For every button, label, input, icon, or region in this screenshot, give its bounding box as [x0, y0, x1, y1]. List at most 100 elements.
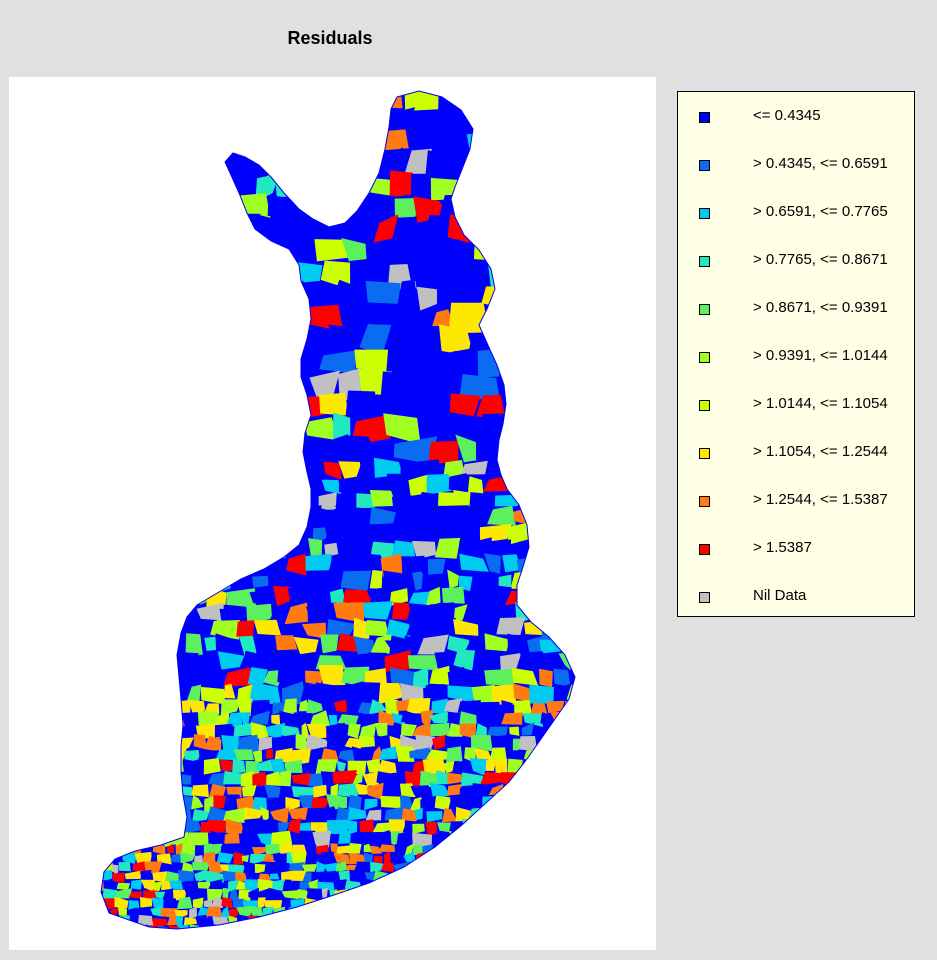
map-region	[562, 842, 573, 855]
map-region	[545, 759, 565, 772]
map-region	[345, 934, 358, 944]
map-region	[124, 617, 146, 640]
map-region	[585, 898, 601, 910]
map-region	[192, 492, 222, 511]
map-region	[142, 807, 155, 822]
map-region	[579, 888, 591, 901]
map-region	[559, 617, 575, 636]
map-region	[212, 346, 242, 370]
map-region	[537, 106, 568, 127]
map-region	[439, 881, 453, 889]
map-region	[568, 240, 575, 263]
map-region	[524, 191, 551, 222]
map-region	[540, 588, 560, 606]
map-region	[388, 934, 403, 945]
map-region	[274, 414, 308, 437]
map-region	[105, 699, 127, 713]
map-region	[170, 477, 201, 491]
map-region	[201, 288, 235, 308]
map-region	[127, 349, 153, 377]
map-region	[101, 737, 103, 752]
map-region	[168, 807, 186, 823]
map-region	[152, 324, 169, 351]
map-region	[140, 169, 172, 202]
map-region	[559, 154, 575, 171]
legend-swatch	[699, 160, 710, 171]
map-region	[496, 906, 508, 918]
map-region	[321, 916, 337, 927]
map-region	[500, 217, 526, 238]
map-region	[521, 309, 561, 334]
map-region	[569, 332, 575, 355]
map-region	[117, 281, 144, 311]
map-region	[158, 795, 177, 810]
map-region	[286, 464, 302, 481]
map-region	[101, 758, 119, 773]
map-region	[527, 861, 535, 872]
map-region	[107, 651, 133, 670]
map-region	[564, 927, 575, 929]
map-region	[584, 862, 596, 874]
map-region	[101, 240, 117, 260]
legend-swatch	[699, 256, 710, 267]
map-region	[482, 796, 498, 810]
map-region	[551, 845, 565, 855]
map-region	[539, 882, 559, 891]
map-region	[218, 540, 239, 561]
map-region	[542, 727, 562, 737]
map-region	[533, 285, 562, 308]
map-region	[121, 505, 143, 526]
map-region	[570, 879, 575, 891]
map-region	[482, 851, 497, 862]
map-region	[532, 870, 544, 882]
map-region	[574, 906, 575, 919]
map-region	[243, 127, 281, 156]
map-region	[531, 523, 558, 545]
map-region	[478, 844, 495, 854]
map-region	[586, 713, 606, 726]
map-region	[340, 570, 372, 591]
map-region	[214, 457, 239, 481]
map-region	[101, 213, 113, 241]
map-region	[219, 759, 233, 771]
map-region	[584, 870, 599, 883]
map-region	[563, 758, 575, 776]
map-region	[578, 558, 598, 573]
legend-label: > 1.0144, <= 1.1054	[753, 395, 888, 412]
map-region	[164, 323, 208, 355]
legend-item: <= 0.4345	[678, 107, 914, 131]
map-region	[266, 263, 300, 289]
legend-item: > 0.4345, <= 0.6591	[678, 155, 914, 179]
map-region	[516, 899, 533, 909]
map-region	[572, 759, 575, 774]
map-region	[220, 127, 250, 156]
map-region	[557, 853, 567, 863]
map-region	[535, 748, 549, 764]
map-region	[154, 700, 175, 716]
map-region	[217, 327, 258, 357]
map-region	[119, 414, 138, 444]
map-region	[385, 906, 397, 919]
map-region	[327, 897, 343, 908]
map-region	[485, 860, 496, 871]
map-region	[514, 413, 551, 444]
map-region	[157, 571, 181, 590]
map-region	[110, 925, 125, 929]
map-region	[549, 257, 575, 286]
map-region	[196, 134, 231, 159]
map-region	[552, 560, 575, 577]
map-region	[152, 685, 172, 704]
map-region	[433, 924, 442, 929]
map-region	[521, 770, 541, 785]
map-region	[500, 934, 513, 945]
map-region	[553, 668, 571, 687]
map-region	[538, 353, 575, 375]
map-region	[488, 888, 506, 901]
map-region	[283, 926, 294, 929]
map-region	[112, 608, 122, 625]
map-region	[114, 244, 130, 266]
legend-label: > 1.5387	[753, 539, 812, 556]
map-region	[191, 784, 209, 798]
map-region	[573, 897, 575, 909]
map-region	[414, 897, 426, 911]
